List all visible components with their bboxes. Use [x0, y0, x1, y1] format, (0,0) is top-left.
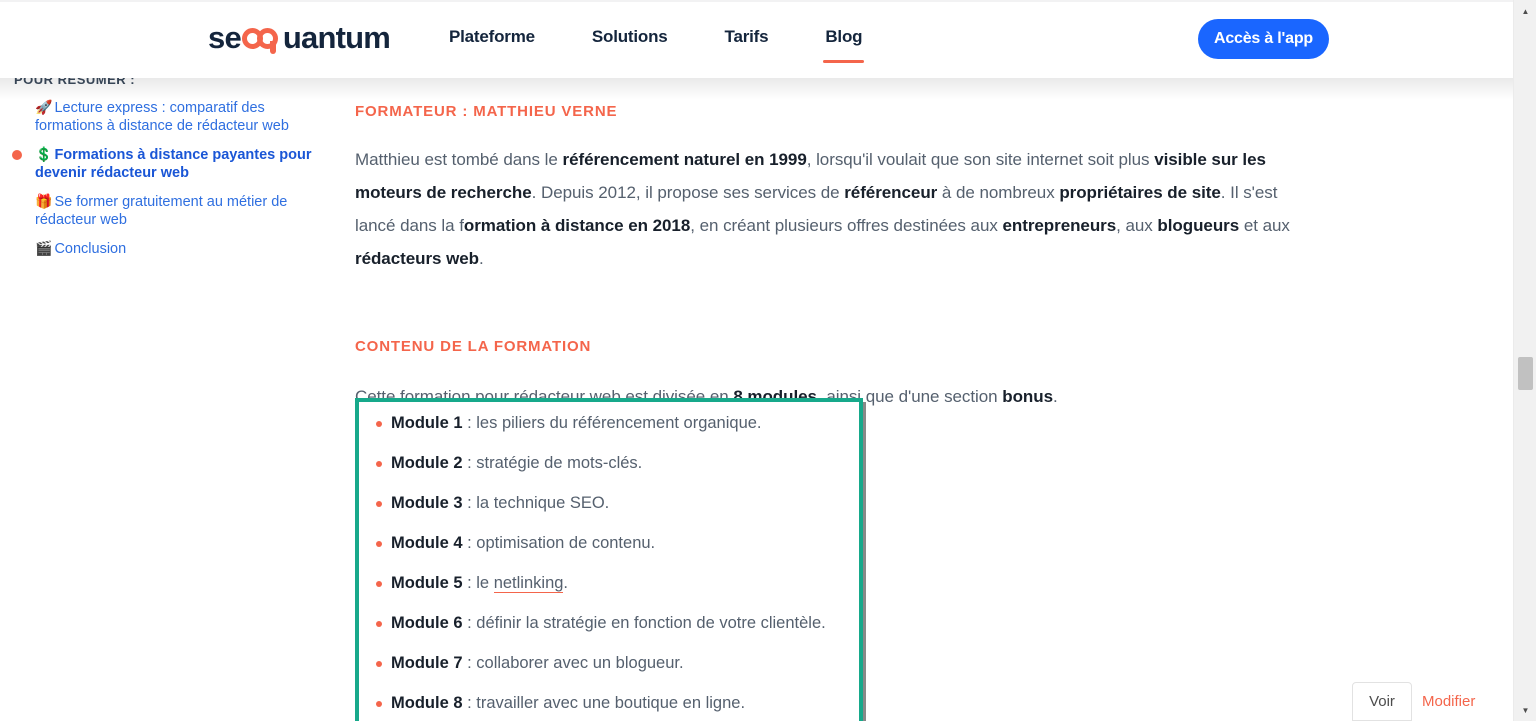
toc-item-lecture-express[interactable]: 🚀 Lecture express : comparatif des format…: [0, 98, 330, 135]
nav-item-plateforme[interactable]: Plateforme: [449, 27, 535, 63]
editor-controls: Voir Modifier: [1352, 682, 1475, 721]
nav-item-tarifs[interactable]: Tarifs: [725, 27, 769, 63]
acces-app-button[interactable]: Accès à l'app: [1198, 19, 1329, 59]
nav-item-blog[interactable]: Blog: [823, 27, 865, 63]
voir-button[interactable]: Voir: [1352, 682, 1412, 721]
module-description: : la technique SEO.: [462, 494, 610, 512]
modifier-button[interactable]: Modifier: [1422, 693, 1475, 710]
heading-contenu: CONTENU DE LA FORMATION: [355, 338, 592, 356]
module-label: Module 7: [391, 654, 463, 672]
site-header: se uantum Plateforme Solutions Tarifs Blo…: [0, 0, 1513, 100]
gift-icon: 🎁: [35, 193, 53, 209]
toc-item-se-former-gratuitement[interactable]: 🎁 Se former gratuitement au métier de réd…: [0, 192, 330, 229]
scroll-down-arrow[interactable]: ▼: [1514, 701, 1536, 719]
site-logo[interactable]: se uantum: [208, 20, 391, 55]
rocket-icon: 🚀: [35, 99, 53, 115]
module-description: : définir la stratégie en fonction de vo…: [462, 614, 826, 632]
paragraph-formateur: Matthieu est tombé dans le référencement…: [355, 150, 1290, 268]
logo-text-right: uantum: [282, 20, 391, 55]
nav-item-solutions[interactable]: Solutions: [592, 27, 668, 63]
logo-text-left: se: [208, 20, 242, 55]
module-list-item: Module 2 : stratégie de mots-clés.: [359, 452, 859, 474]
module-label: Module 5: [391, 574, 463, 592]
netlinking-link[interactable]: netlinking: [493, 574, 564, 593]
module-list-item: Module 6 : définir la stratégie en fonct…: [359, 612, 859, 634]
main-navigation: Plateforme Solutions Tarifs Blog: [449, 27, 865, 63]
infinity-icon: [241, 27, 282, 54]
toc-item-conclusion[interactable]: 🎬 Conclusion: [0, 239, 330, 258]
module-description: : le netlinking.: [462, 574, 569, 593]
heading-formateur: FORMATEUR : MATTHIEU VERNE: [355, 103, 618, 121]
modules-list: Module 1 : les piliers du référencement …: [359, 412, 859, 721]
module-label: Module 2: [391, 454, 463, 472]
module-label: Module 6: [391, 614, 463, 632]
module-description: : optimisation de contenu.: [462, 534, 656, 552]
module-label: Module 4: [391, 534, 463, 552]
module-list-item: Module 8 : travailler avec une boutique …: [359, 692, 859, 714]
toc-item-label: Lecture express : comparatif des formati…: [35, 100, 289, 134]
header-top-rule: [0, 0, 1513, 2]
module-list-item: Module 1 : les piliers du référencement …: [359, 412, 859, 434]
toc-item-label: Conclusion: [54, 241, 127, 257]
module-label: Module 3: [391, 494, 463, 512]
toc-list: 🚀 Lecture express : comparatif des format…: [0, 98, 330, 268]
module-list-item: Module 5 : le netlinking.: [359, 572, 859, 594]
module-description: : travailler avec une boutique en ligne.: [462, 694, 746, 712]
modules-callout-box: Module 1 : les piliers du référencement …: [355, 398, 863, 721]
module-list-item: Module 3 : la technique SEO.: [359, 492, 859, 514]
toc-item-label: Formations à distance payantes pour deve…: [35, 147, 312, 181]
money-icon: 💲: [35, 146, 53, 162]
module-label: Module 1: [391, 414, 463, 432]
module-list-item: Module 7 : collaborer avec un blogueur.: [359, 652, 859, 674]
module-list-item: Module 4 : optimisation de contenu.: [359, 532, 859, 554]
browser-viewport: POUR RÉSUMER : 🚀 Lecture express : compar…: [0, 0, 1513, 721]
scroll-up-arrow[interactable]: ▲: [1514, 2, 1536, 20]
module-description: : les piliers du référencement organique…: [462, 414, 762, 432]
vertical-scrollbar[interactable]: ▲ ▼: [1513, 0, 1536, 721]
module-description: : stratégie de mots-clés.: [462, 454, 643, 472]
page-root: POUR RÉSUMER : 🚀 Lecture express : compar…: [0, 0, 1536, 721]
toc-item-formations-payantes[interactable]: 💲 Formations à distance payantes pour dev…: [0, 145, 330, 182]
clapperboard-icon: 🎬: [35, 240, 53, 256]
module-description: : collaborer avec un blogueur.: [462, 654, 684, 672]
scrollbar-thumb[interactable]: [1518, 357, 1533, 390]
toc-active-dot: [12, 150, 22, 160]
toc-item-label: Se former gratuitement au métier de réda…: [35, 194, 288, 228]
module-label: Module 8: [391, 694, 463, 712]
